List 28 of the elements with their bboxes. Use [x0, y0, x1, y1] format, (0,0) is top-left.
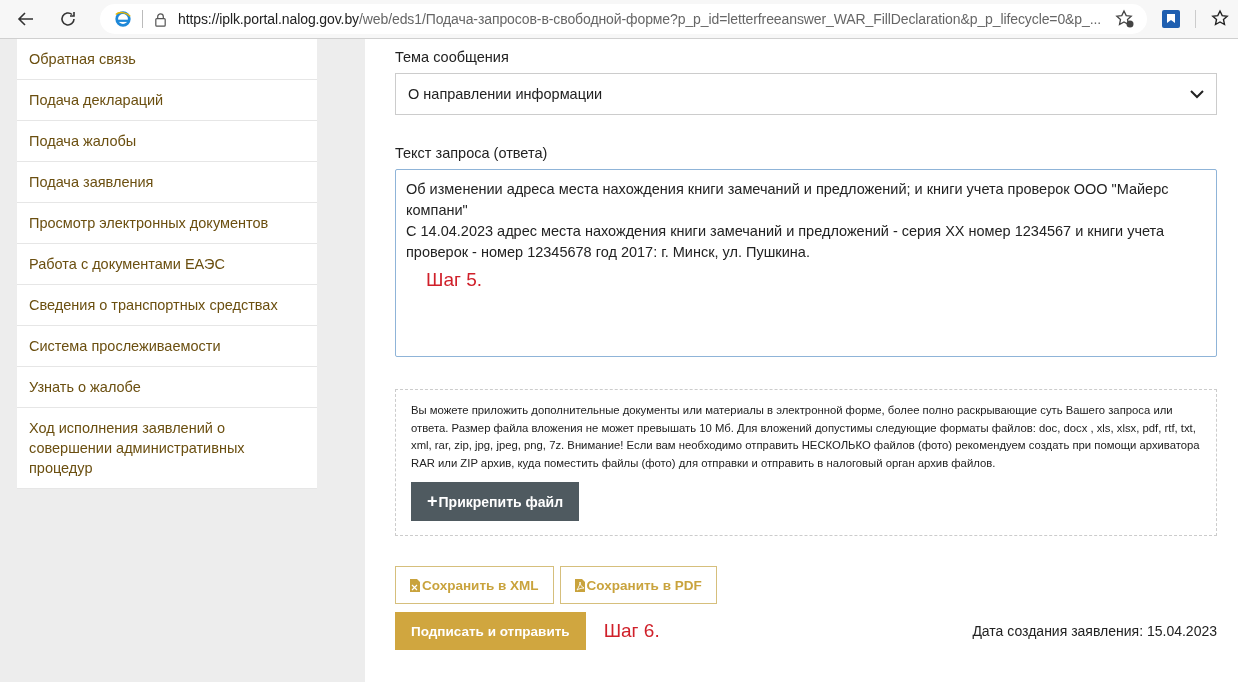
request-text-label: Текст запроса (ответа): [395, 145, 549, 161]
chevron-down-icon: [1190, 89, 1204, 99]
sidebar-item[interactable]: Сведения о транспортных средствах: [17, 285, 317, 326]
sidebar-item[interactable]: Обратная связь: [17, 39, 317, 80]
extension-icon[interactable]: [1161, 9, 1181, 29]
creation-date-text: Дата создания заявления: 15.04.2023: [972, 623, 1217, 639]
address-bar[interactable]: https://iplk.portal.nalog.gov.by/web/eds1/Подача-запросов-в-свободной-форме?p_p_id=letterfreeanswer_WAR_FillDeclaration&p_p_lifecycle=0&p_...: [100, 4, 1147, 34]
add-favorite-icon[interactable]: [1115, 9, 1135, 29]
browser-logo-icon: [114, 10, 132, 28]
pdf-file-icon: [574, 578, 585, 592]
attach-file-button[interactable]: +Прикрепить файл: [411, 482, 580, 521]
reload-icon[interactable]: [58, 9, 78, 29]
sidebar-item[interactable]: Работа с документами ЕАЭС: [17, 244, 317, 285]
sidebar-item[interactable]: Подача жалобы: [17, 121, 317, 162]
step-annotation: Шаг 5.: [426, 269, 483, 291]
attachment-info-text: Вы можете приложить дополнительные документы или материалы в электронной форме, более полно раскрывающие суть Вашего запроса или ответа. Размер файла вложения не может превышать 10 Мб. Для вложений допустимы следующие форматы файлов: doc, docx , xls, xlsx, pdf, rtf, txt, xml, rar, zip, jpg, jpeg, png, 7z. Внимание! Если вам необходимо отправить НЕСКОЛЬКО файлов (фото) рекомендуем создать при помощи архиватора RAR или ZIP архив, куда поместить файлы (фото) для отправки и отправить в налоговый орган архив файлов.: [411, 403, 1201, 471]
sidebar-item[interactable]: Просмотр электронных документов: [17, 203, 317, 244]
step-annotation: Шаг 6.: [603, 620, 660, 642]
sidebar-item[interactable]: Подача заявления: [17, 162, 317, 203]
sidebar-item[interactable]: Система прослеживаемости: [17, 326, 317, 367]
sidebar-item[interactable]: Узнать о жалобе: [17, 367, 317, 408]
xml-file-icon: [410, 578, 420, 592]
lock-icon[interactable]: [153, 11, 168, 27]
subject-dropdown[interactable]: О направлении информации: [395, 73, 1217, 115]
url-text: https://iplk.portal.nalog.gov.by/web/eds1/Подача-запросов-в-свободной-форме?p_p_id=letterfreeanswer_WAR_FillDeclaration&p_p_lifecycle=0&p_...: [178, 11, 1103, 27]
subject-label: Тема сообщения: [395, 49, 510, 65]
sidebar-item[interactable]: Ход исполнения заявлений о совершении административных процедур: [17, 408, 317, 489]
sidebar-item[interactable]: Подача деклараций: [17, 80, 317, 121]
